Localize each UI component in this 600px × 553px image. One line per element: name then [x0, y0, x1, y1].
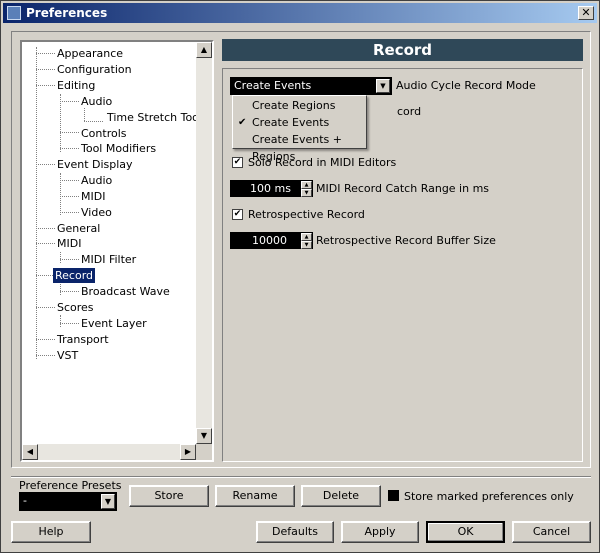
store-button[interactable]: Store — [129, 485, 209, 507]
tree-item-midi-filter[interactable]: MIDI Filter — [79, 252, 138, 267]
tree-item-event-display[interactable]: Event Display — [55, 157, 135, 172]
tree-item-scores[interactable]: Scores — [55, 300, 96, 315]
app-icon — [7, 6, 21, 20]
retrospective-record-checkbox[interactable]: ✔ — [232, 209, 243, 220]
help-button[interactable]: Help — [11, 521, 91, 543]
tree-item-editing[interactable]: Editing — [55, 78, 97, 93]
scrollbar-corner — [196, 444, 212, 460]
midi-catch-range-spinner[interactable]: 100 ms ▲ ▼ — [230, 180, 313, 197]
option-label: Create Events + Regions — [252, 133, 343, 163]
cancel-button[interactable]: Cancel — [512, 521, 591, 543]
solo-record-checkbox[interactable]: ✔ — [232, 157, 243, 168]
audio-cycle-dropdown-menu: Create Regions ✔ Create Events Create Ev… — [232, 95, 367, 163]
close-button[interactable]: ✕ — [578, 6, 594, 20]
checkmark-icon: ✔ — [238, 117, 247, 128]
preferences-window: Preferences ✕ Appearance Configuration E… — [0, 0, 600, 553]
scroll-down-button[interactable]: ▼ — [196, 428, 212, 444]
option-label: Create Regions — [252, 99, 336, 112]
tree-item-event-display-midi[interactable]: MIDI — [79, 189, 107, 204]
partial-option-label: cord — [397, 105, 422, 118]
tree-item-vst[interactable]: VST — [55, 348, 80, 363]
preference-presets-value: - — [23, 494, 27, 507]
dropdown-option-create-events-regions[interactable]: Create Events + Regions — [233, 131, 366, 163]
defaults-button[interactable]: Defaults — [256, 521, 334, 543]
tree-item-configuration[interactable]: Configuration — [55, 62, 134, 77]
right-arrow-icon: ▶ — [184, 447, 192, 456]
increment-arrow-icon[interactable]: ▲ — [301, 181, 312, 189]
tree-item-record[interactable]: Record — [53, 268, 96, 283]
tree-item-event-display-audio[interactable]: Audio — [79, 173, 114, 188]
tree-horizontal-scrollbar[interactable]: ◀ ▶ — [22, 444, 196, 460]
audio-cycle-record-mode-select[interactable]: Create Events ▼ — [230, 77, 392, 95]
tree-item-event-layer[interactable]: Event Layer — [79, 316, 149, 331]
scroll-left-button[interactable]: ◀ — [22, 444, 38, 460]
rename-button[interactable]: Rename — [215, 485, 295, 507]
tree-item-time-stretch-tool[interactable]: Time Stretch Tool — [105, 110, 204, 125]
retrospective-record-label: Retrospective Record — [248, 208, 365, 221]
scroll-right-button[interactable]: ▶ — [180, 444, 196, 460]
title-bar[interactable]: Preferences ✕ — [3, 3, 597, 23]
retro-buffer-value: 10000 — [252, 234, 287, 247]
chevron-down-icon[interactable]: ▼ — [101, 494, 115, 509]
increment-arrow-icon[interactable]: ▲ — [301, 233, 312, 241]
tree-item-general[interactable]: General — [55, 221, 102, 236]
retro-buffer-spinner[interactable]: 10000 ▲ ▼ — [230, 232, 313, 249]
audio-cycle-selected-value: Create Events — [234, 79, 312, 92]
retro-buffer-label: Retrospective Record Buffer Size — [316, 234, 496, 247]
tree-item-transport[interactable]: Transport — [55, 332, 111, 347]
store-marked-label: Store marked preferences only — [404, 490, 574, 503]
preference-presets-select[interactable]: - ▼ — [19, 492, 117, 511]
tree-item-broadcast-wave[interactable]: Broadcast Wave — [79, 284, 172, 299]
tree-item-midi[interactable]: MIDI — [55, 236, 83, 251]
panel-title: Record — [222, 39, 583, 61]
tree-item-editing-audio[interactable]: Audio — [79, 94, 114, 109]
ok-button[interactable]: OK — [426, 521, 505, 543]
midi-catch-range-value: 100 ms — [250, 182, 291, 195]
tree-item-controls[interactable]: Controls — [79, 126, 129, 141]
tree-item-appearance[interactable]: Appearance — [55, 46, 125, 61]
up-arrow-icon: ▲ — [200, 45, 208, 54]
left-arrow-icon: ◀ — [26, 447, 34, 456]
divider — [11, 476, 591, 478]
decrement-arrow-icon[interactable]: ▼ — [301, 241, 312, 249]
down-arrow-icon: ▼ — [200, 431, 208, 440]
preference-presets-label: Preference Presets — [19, 479, 122, 492]
option-label: Create Events — [252, 116, 330, 129]
midi-catch-range-label: MIDI Record Catch Range in ms — [316, 182, 490, 195]
dropdown-option-create-regions[interactable]: Create Regions — [233, 97, 366, 114]
audio-cycle-record-mode-label: Audio Cycle Record Mode — [396, 79, 536, 92]
tree-item-tool-modifiers[interactable]: Tool Modifiers — [79, 141, 158, 156]
delete-button[interactable]: Delete — [301, 485, 381, 507]
tree-item-video[interactable]: Video — [79, 205, 114, 220]
store-marked-checkbox[interactable] — [388, 490, 399, 501]
window-title: Preferences — [26, 6, 108, 20]
tree-vertical-scrollbar[interactable]: ▲ ▼ — [196, 42, 212, 444]
scroll-up-button[interactable]: ▲ — [196, 42, 212, 58]
decrement-arrow-icon[interactable]: ▼ — [301, 189, 312, 197]
dropdown-option-create-events[interactable]: ✔ Create Events — [233, 114, 366, 131]
chevron-down-icon[interactable]: ▼ — [376, 79, 390, 93]
close-icon: ✕ — [581, 6, 591, 19]
apply-button[interactable]: Apply — [341, 521, 419, 543]
preferences-tree: Appearance Configuration Editing Audio T… — [20, 40, 214, 462]
